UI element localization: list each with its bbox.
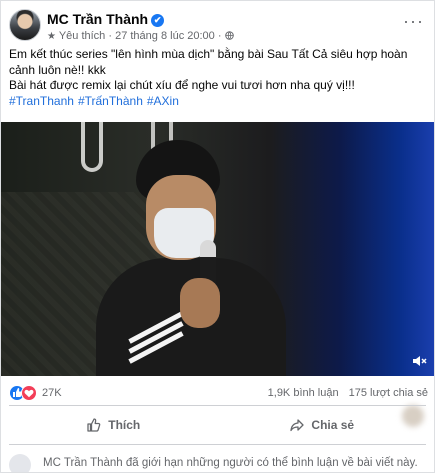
share-button-label: Chia sẻ [311,418,355,432]
comment-restriction-notice: MC Trần Thành đã giới hạn những người có… [9,451,426,472]
hashtag-link[interactable]: #TranThanh [9,94,74,108]
singer-figure [96,140,286,376]
post-header: MC Trần Thành ✔ ★ Yêu thích · 27 tháng 8 … [9,9,426,45]
comment-count[interactable]: 1,9K bình luận [268,387,339,399]
thumbs-up-icon [87,418,101,432]
like-button-label: Thích [108,418,141,432]
hashtag-list: #TranThanh #TrấnThành #AXin [9,94,429,110]
post-text-line-1: Em kết thúc series "lên hình mùa dịch" b… [9,47,408,77]
engagement-stats: 1,9K bình luận 175 lượt chia sẻ [258,387,428,399]
divider [9,444,426,445]
post-timestamp[interactable]: Yêu thích · 27 tháng 8 lúc 20:00 · [59,30,222,42]
author-name[interactable]: MC Trần Thành ✔ [47,11,165,27]
author-name-text[interactable]: MC Trần Thành [47,11,148,27]
facebook-post: MC Trần Thành ✔ ★ Yêu thích · 27 tháng 8 … [0,0,435,473]
singer-hand [180,278,220,328]
love-reaction-icon [21,385,37,401]
author-avatar[interactable] [9,9,41,41]
share-arrow-icon [290,419,305,432]
globe-icon [224,31,234,40]
star-icon: ★ [47,31,56,42]
hashtag-link[interactable]: #TrấnThành [78,94,143,108]
more-options-button[interactable]: ··· [403,11,424,32]
verified-badge-icon: ✔ [151,14,165,27]
post-text: Em kết thúc series "lên hình mùa dịch" b… [9,47,429,109]
post-text-line-2: Bài hát được remix lại chút xíu để nghe … [9,78,355,92]
speaker-icon[interactable] [412,354,428,368]
user-avatar-placeholder-icon [9,454,31,472]
video-player[interactable] [1,122,434,376]
post-meta: ★ Yêu thích · 27 tháng 8 lúc 20:00 · [47,30,234,42]
notice-text: MC Trần Thành đã giới hạn những người có… [43,457,418,469]
divider [9,405,426,406]
reaction-count[interactable]: 27K [42,387,62,399]
share-button[interactable]: Chia sẻ [218,408,427,442]
hashtag-link[interactable]: #AXin [147,94,179,108]
share-count[interactable]: 175 lượt chia sẻ [349,387,428,399]
like-button[interactable]: Thích [9,408,218,442]
post-actions: Thích Chia sẻ [9,408,426,442]
